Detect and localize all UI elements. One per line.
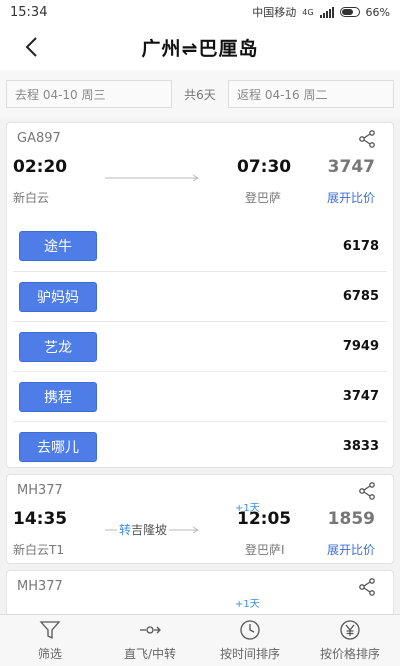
agent-button[interactable]: 去哪儿 (19, 431, 97, 462)
nav-header: 广州⇌巴厘岛 (0, 24, 400, 70)
carrier-name: 中国移动 (252, 6, 297, 19)
transfer-mark: 转 (119, 523, 132, 537)
chevron-left-icon (25, 37, 37, 57)
status-bar: 15:34 中国移动 4G 66% (0, 0, 400, 24)
flight-arrow-icon (105, 174, 199, 182)
departure-airport: 新白云 (13, 191, 50, 205)
page-title: 广州⇌巴厘岛 (141, 37, 259, 60)
network-type: 4G (302, 7, 314, 17)
bottom-toolbar: 筛选 直飞/中转 按时间排序 按价格排序 (0, 614, 400, 666)
compare-prices-link[interactable]: 展开比价 (327, 189, 375, 206)
list-item: 途牛 6178 (13, 221, 387, 271)
arrival-airport: 登巴萨 (245, 191, 282, 205)
agent-price-list: 途牛 6178 驴妈妈 6785 艺龙 7949 携程 3747 去哪儿 383… (13, 221, 387, 471)
arrival-time: 07:30 (237, 157, 292, 177)
flight-number: MH377 (17, 579, 63, 594)
list-item: 携程 3747 (13, 371, 387, 421)
flight-card[interactable]: GA897 02:20 07:30 3747 新白云 登巴萨 展开比价 途牛 6… (6, 122, 394, 468)
route-type-label: 直飞/中转 (123, 647, 177, 661)
back-button[interactable] (18, 34, 44, 60)
date-row: 去程 04-10 周三 共6天 返程 04-16 周二 (0, 70, 400, 118)
agent-button[interactable]: 驴妈妈 (19, 281, 97, 312)
share-icon[interactable] (357, 577, 377, 597)
sort-by-price-label: 按价格排序 (319, 647, 380, 661)
agent-price: 3747 (342, 389, 379, 404)
filter-button[interactable]: 筛选 (0, 615, 100, 666)
route-type-button[interactable]: 直飞/中转 (100, 615, 200, 666)
departure-time: 14:35 (13, 509, 68, 529)
agent-price: 3833 (342, 439, 379, 454)
transfer-city: 吉隆坡 (131, 523, 168, 537)
sort-by-time-button[interactable]: 按时间排序 (200, 615, 300, 666)
list-item: 驴妈妈 6785 (13, 271, 387, 321)
flight-number: GA897 (17, 131, 61, 146)
signal-icon (319, 6, 334, 18)
lowest-price: 1859 (327, 509, 375, 529)
yen-icon (340, 620, 360, 640)
arrival-airport: 登巴萨I (245, 543, 285, 557)
agent-button[interactable]: 途牛 (19, 231, 97, 261)
filter-icon (39, 621, 61, 640)
departure-airport: 新白云T1 (13, 543, 64, 557)
lowest-price: 3747 (327, 157, 375, 177)
list-item: 艺龙 7949 (13, 321, 387, 371)
day-offset: +1天 (235, 599, 260, 610)
list-item: 去哪儿 3833 (13, 421, 387, 471)
route-icon (140, 626, 161, 634)
transfer-label: 转吉隆坡 (117, 521, 170, 538)
clock-icon (240, 620, 260, 640)
battery-level: 66% (365, 5, 390, 19)
trip-duration: 共6天 (184, 87, 216, 102)
departure-time: 02:20 (13, 157, 68, 177)
flight-number: MH377 (17, 483, 63, 498)
share-icon[interactable] (357, 129, 377, 149)
share-icon[interactable] (357, 481, 377, 501)
agent-price: 6178 (342, 238, 379, 254)
flight-card[interactable]: MH377 14:35 转吉隆坡 +1天 12:05 1859 新白云T1 登巴… (6, 474, 394, 564)
arrival-time: 12:05 (237, 509, 292, 529)
filter-label: 筛选 (37, 647, 62, 661)
agent-price: 6785 (342, 289, 379, 304)
sort-by-price-button[interactable]: 按价格排序 (300, 615, 400, 666)
agent-button[interactable]: 艺龙 (19, 331, 97, 362)
compare-prices-link[interactable]: 展开比价 (327, 541, 375, 558)
return-date-field[interactable]: 返程 04-16 周二 (228, 80, 394, 108)
sort-by-time-label: 按时间排序 (219, 647, 280, 661)
agent-price: 7949 (342, 339, 379, 354)
outbound-date-field[interactable]: 去程 04-10 周三 (6, 80, 172, 108)
agent-button[interactable]: 携程 (19, 381, 97, 412)
battery-icon (339, 7, 360, 17)
status-time: 15:34 (10, 4, 48, 20)
